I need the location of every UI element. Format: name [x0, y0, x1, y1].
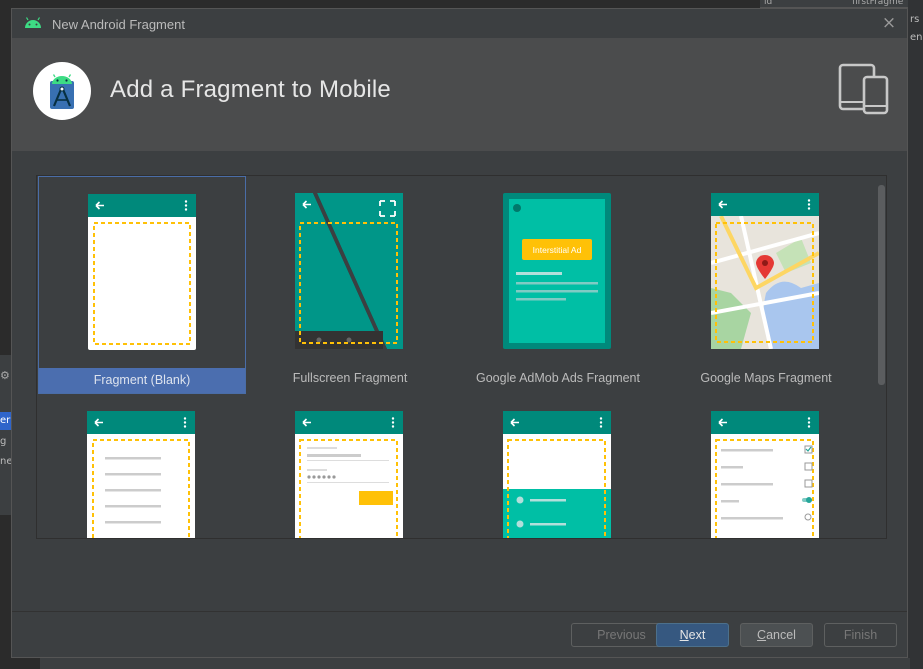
login-fragment-preview	[295, 411, 403, 538]
background-ide-panel: rs en	[908, 0, 923, 669]
template-login-fragment[interactable]	[246, 394, 454, 538]
footer-divider	[12, 611, 907, 612]
background-ide-statusbar	[40, 658, 910, 669]
fullscreen-fragment-preview	[295, 193, 403, 349]
dialog-header: Add a Fragment to Mobile	[12, 38, 907, 151]
gear-icon: ⚙	[0, 369, 10, 382]
background-text: er	[0, 415, 11, 426]
admob-fragment-preview: Interstitial Ad	[503, 193, 611, 349]
blank-fragment-preview	[88, 194, 196, 350]
next-mnemonic: N	[679, 628, 689, 642]
template-admob-fragment[interactable]: Interstitial Ad Google AdMob Ads Fragmen…	[454, 176, 662, 394]
scrollbar-thumb[interactable]	[878, 185, 885, 385]
modal-bottom-sheet-preview	[503, 411, 611, 538]
template-label: Google AdMob Ads Fragment	[476, 371, 640, 385]
template-label: Google Maps Fragment	[700, 371, 832, 385]
android-studio-logo	[33, 62, 91, 120]
new-fragment-dialog: New Android Fragment × Add a Fragment to…	[11, 8, 908, 658]
devices-icon	[838, 63, 889, 115]
background-text: ne	[0, 456, 11, 467]
gallery-scrollbar[interactable]	[877, 185, 886, 537]
ad-text: Interstitial Ad	[533, 245, 582, 255]
background-text: firstFragme	[852, 0, 904, 7]
background-text: g	[0, 436, 7, 447]
dialog-heading: Add a Fragment to Mobile	[110, 76, 391, 103]
dialog-titlebar: New Android Fragment ×	[12, 9, 907, 38]
background-text: ld	[764, 0, 773, 7]
finish-button[interactable]: Finish	[824, 623, 897, 647]
next-label: ext	[688, 628, 706, 642]
android-icon	[25, 17, 41, 28]
background-text: rs	[910, 14, 920, 25]
window-title: New Android Fragment	[52, 17, 185, 32]
template-maps-fragment[interactable]: Google Maps Fragment	[662, 176, 870, 394]
template-list-fragment[interactable]	[38, 394, 246, 538]
template-fullscreen-fragment[interactable]: Fullscreen Fragment	[246, 176, 454, 394]
next-button[interactable]: Next	[656, 623, 729, 647]
template-settings-fragment[interactable]	[662, 394, 870, 538]
template-modal-bottom-sheet[interactable]	[454, 394, 662, 538]
cancel-button[interactable]: Cancel	[740, 623, 813, 647]
close-icon[interactable]: ×	[880, 13, 898, 33]
cancel-mnemonic: C	[757, 628, 767, 642]
settings-fragment-preview	[711, 411, 819, 538]
template-gallery: Fragment (Blank) Fullscreen Fragment Int…	[36, 175, 887, 539]
template-fragment-blank[interactable]: Fragment (Blank)	[38, 176, 246, 394]
template-label: Fullscreen Fragment	[292, 371, 408, 385]
cancel-label: ancel	[766, 628, 796, 642]
maps-fragment-preview	[711, 193, 819, 349]
list-fragment-preview	[87, 411, 195, 538]
template-label: Fragment (Blank)	[39, 368, 245, 393]
background-text: en	[910, 32, 923, 43]
background-ide-sidebar: ⚙ er g ne	[0, 355, 11, 515]
background-ide-header: ld firstFragme	[760, 0, 910, 8]
